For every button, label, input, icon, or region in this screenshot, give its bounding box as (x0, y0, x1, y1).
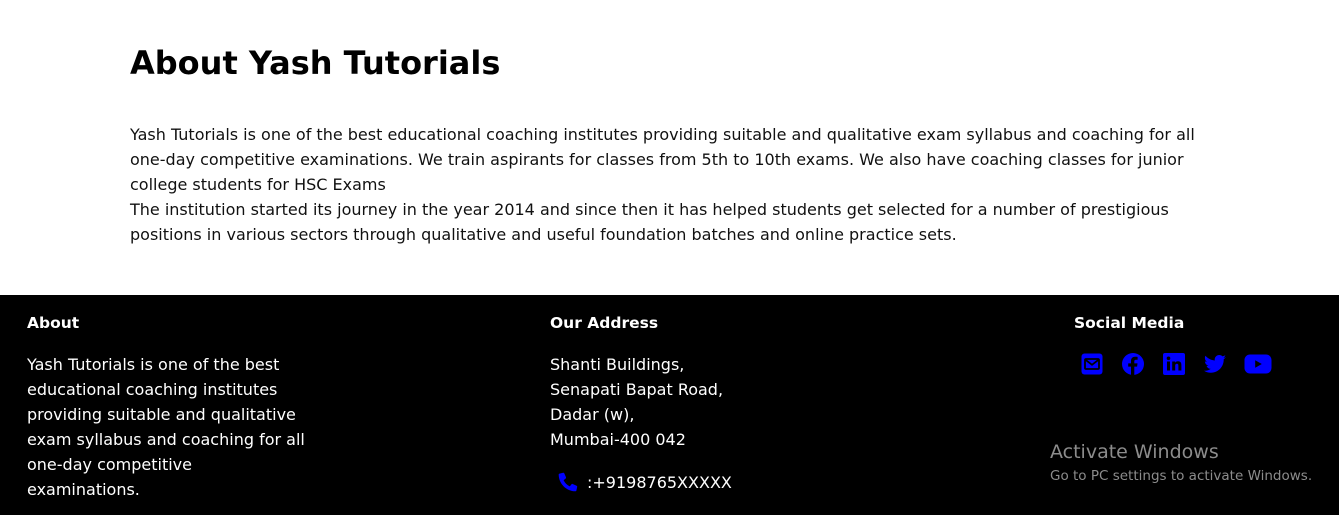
linkedin-icon[interactable] (1162, 352, 1186, 376)
footer-social-title: Social Media (1074, 314, 1185, 332)
phone-icon (556, 470, 580, 494)
about-description: Yash Tutorials is one of the best educat… (130, 122, 1205, 247)
email-icon[interactable] (1080, 352, 1104, 376)
about-paragraph-1: Yash Tutorials is one of the best educat… (130, 125, 1195, 194)
footer-about-text: Yash Tutorials is one of the best educat… (27, 355, 305, 499)
footer-address-title: Our Address (550, 314, 659, 332)
footer-about-title: About (27, 314, 80, 332)
twitter-icon[interactable] (1203, 352, 1227, 376)
address-line-4: Mumbai-400 042 (550, 430, 686, 449)
footer-address: Shanti Buildings, Senapati Bapat Road, D… (550, 352, 810, 452)
youtube-icon[interactable] (1244, 352, 1272, 376)
about-paragraph-2: The institution started its journey in t… (130, 200, 1169, 244)
activate-windows-title: Activate Windows (1050, 441, 1219, 463)
facebook-icon[interactable] (1121, 352, 1145, 376)
phone-link[interactable]: :+9198765XXXXX (556, 469, 732, 495)
phone-number: :+9198765XXXXX (587, 472, 732, 492)
address-line-3: Dadar (w), (550, 405, 635, 424)
social-icons (1080, 352, 1272, 376)
activate-windows-subtitle: Go to PC settings to activate Windows. (1050, 468, 1313, 484)
about-section: About Yash Tutorials Yash Tutorials is o… (0, 0, 1339, 295)
page-title: About Yash Tutorials (130, 44, 501, 82)
activate-windows-watermark: Activate Windows Go to PC settings to ac… (1050, 441, 1312, 486)
footer: About Yash Tutorials is one of the best … (0, 295, 1339, 515)
address-line-1: Shanti Buildings, (550, 355, 685, 374)
address-line-2: Senapati Bapat Road, (550, 380, 724, 399)
